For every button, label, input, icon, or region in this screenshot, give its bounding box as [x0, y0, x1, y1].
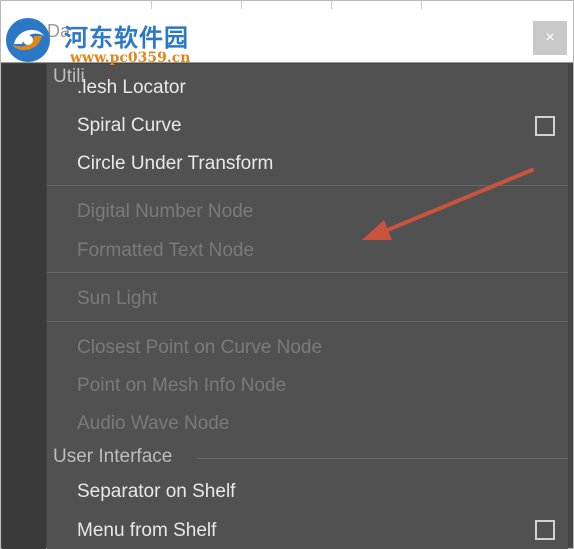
- menu-item-label: Spiral Curve: [77, 115, 182, 136]
- menu-item-label: Point on Mesh Info Node: [77, 375, 287, 396]
- menu-item-separator-on-shelf[interactable]: Separator on Shelf: [77, 474, 557, 510]
- menu-item-label: Digital Number Node: [77, 201, 254, 222]
- maya-menu-window: Da × Utili .lesh Locator Spiral Curve Ci…: [0, 0, 574, 549]
- menu-from-shelf-option-box-checkbox-icon[interactable]: [535, 520, 555, 540]
- titlebar-separator: [331, 1, 332, 9]
- menu-divider: [47, 272, 568, 273]
- titlebar-separator: [241, 1, 242, 9]
- menu-item-label: Separator on Shelf: [77, 481, 236, 502]
- menu-item-spiral-curve[interactable]: Spiral Curve: [77, 108, 557, 144]
- menu-item-circle-under-transform[interactable]: Circle Under Transform: [77, 146, 557, 182]
- create-menu-dropdown: Utili .lesh Locator Spiral Curve Circle …: [47, 64, 568, 549]
- menu-item-menu-from-shelf[interactable]: Menu from Shelf: [77, 513, 557, 549]
- menu-item-digital-number-node: Digital Number Node: [77, 194, 557, 230]
- swirl-logo-icon: [6, 18, 50, 62]
- menu-item-label: Menu from Shelf: [77, 520, 217, 541]
- menu-item-label: .lesh Locator: [77, 77, 186, 98]
- menu-item-label: Audio Wave Node: [77, 413, 230, 434]
- menu-item-label: Sun Light: [77, 288, 158, 309]
- close-icon: ×: [545, 29, 555, 46]
- section-label-user-interface: User Interface: [53, 446, 173, 467]
- menu-item-point-on-mesh-info-node: Point on Mesh Info Node: [77, 368, 557, 404]
- site-watermark: 河东软件园 www.pc0359.cn: [4, 12, 224, 70]
- menu-item-label: Closest Point on Curve Node: [77, 337, 323, 358]
- menu-item-sun-light: Sun Light: [77, 281, 557, 317]
- menu-item-closest-point-on-curve-node: Closest Point on Curve Node: [77, 330, 557, 366]
- menu-divider: [47, 185, 568, 186]
- menu-divider: [47, 321, 568, 322]
- left-panel-strip: [2, 64, 46, 549]
- titlebar-separator: [421, 1, 422, 9]
- close-button[interactable]: ×: [533, 21, 567, 55]
- watermark-site-url: www.pc0359.cn: [70, 50, 191, 66]
- titlebar-separator: [151, 1, 152, 9]
- section-rule: [197, 458, 568, 459]
- menu-item-formatted-text-node: Formatted Text Node: [77, 233, 557, 269]
- spiral-curve-option-box-checkbox-icon[interactable]: [535, 116, 555, 136]
- menu-item-label: Circle Under Transform: [77, 153, 274, 174]
- menu-item-audio-wave-node: Audio Wave Node: [77, 406, 557, 442]
- menu-item-mesh-locator[interactable]: .lesh Locator: [77, 70, 557, 106]
- menu-item-label: Formatted Text Node: [77, 240, 255, 261]
- watermark-site-name: 河东软件园: [64, 23, 189, 52]
